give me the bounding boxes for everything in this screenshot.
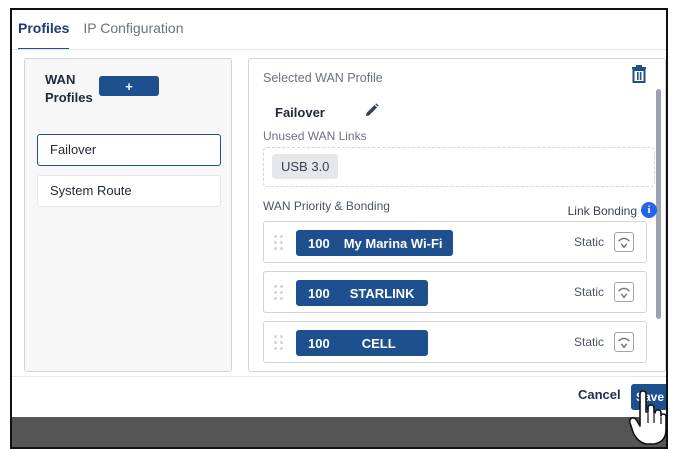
- link-mode: Static: [573, 235, 604, 249]
- unused-link-chip[interactable]: USB 3.0: [272, 154, 339, 179]
- selected-profile-label: Selected WAN Profile: [263, 71, 383, 85]
- wan-link-pill[interactable]: 100 My Marina Wi-Fi: [296, 230, 453, 256]
- drag-handle-icon[interactable]: [274, 335, 284, 351]
- hand-cursor-icon: [628, 390, 667, 445]
- wan-link-pill[interactable]: 100 CELL: [296, 330, 428, 356]
- link-priority: 100: [308, 235, 330, 251]
- trash-icon[interactable]: [631, 65, 647, 83]
- selected-profile-panel: Selected WAN Profile Failover Unused WAN…: [248, 58, 666, 372]
- link-name: CELL: [361, 335, 396, 351]
- wan-profiles-title: WAN Profiles: [45, 72, 93, 105]
- cancel-button[interactable]: Cancel: [578, 387, 621, 402]
- wan-profiles-dialog: Profiles IP Configuration WAN Profiles +…: [10, 8, 668, 449]
- profile-name: Failover: [275, 105, 325, 120]
- add-profile-button[interactable]: +: [99, 76, 159, 96]
- scrollbar[interactable]: [656, 89, 661, 319]
- info-icon[interactable]: i: [641, 202, 657, 218]
- tab-bar: Profiles IP Configuration: [18, 20, 184, 50]
- drag-handle-icon[interactable]: [274, 235, 284, 251]
- link-name: My Marina Wi-Fi: [343, 235, 443, 251]
- backdrop-overlay: [12, 417, 666, 447]
- wifi-signal-icon[interactable]: [614, 282, 634, 302]
- unused-links-label: Unused WAN Links: [263, 129, 367, 143]
- drag-handle-icon[interactable]: [274, 285, 284, 301]
- wan-link-row: 100 CELL Static: [263, 321, 647, 363]
- link-bonding-label: Link Bonding: [567, 204, 637, 218]
- link-priority: 100: [308, 285, 330, 301]
- wifi-signal-icon[interactable]: [614, 232, 634, 252]
- link-name: STARLINK: [349, 285, 415, 301]
- wifi-signal-icon[interactable]: [614, 332, 634, 352]
- wan-link-row: 100 STARLINK Static: [263, 271, 647, 313]
- tabs-divider: [12, 49, 666, 50]
- wan-profiles-list-panel: WAN Profiles + Failover System Route: [24, 58, 232, 372]
- link-mode: Static: [573, 285, 604, 299]
- tab-profiles[interactable]: Profiles: [18, 20, 70, 50]
- tab-ip-configuration[interactable]: IP Configuration: [83, 20, 183, 50]
- wan-link-row: 100 My Marina Wi-Fi Static: [263, 221, 647, 263]
- link-priority: 100: [308, 335, 330, 351]
- link-mode: Static: [573, 335, 604, 349]
- profile-item-system-route[interactable]: System Route: [37, 175, 221, 207]
- profile-item-failover[interactable]: Failover: [37, 134, 221, 166]
- pencil-icon[interactable]: [365, 103, 379, 117]
- unused-links-dropzone: USB 3.0: [263, 147, 655, 187]
- wan-link-pill[interactable]: 100 STARLINK: [296, 280, 428, 306]
- footer-divider: [12, 376, 666, 377]
- priority-bonding-label: WAN Priority & Bonding: [263, 199, 390, 213]
